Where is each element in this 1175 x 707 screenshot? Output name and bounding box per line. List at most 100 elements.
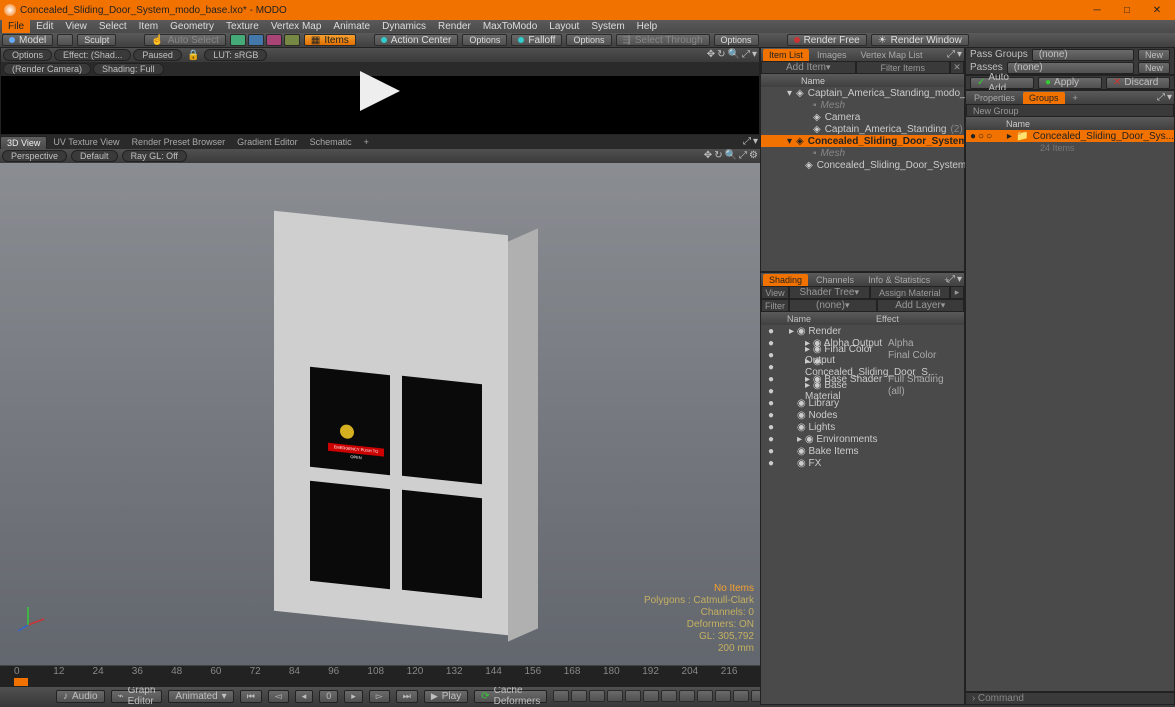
new-passgroup-button[interactable]: New <box>1138 49 1170 61</box>
shadertree-dropdown[interactable]: Shader Tree ▾ <box>789 286 870 299</box>
prev-key-button[interactable]: ◅ <box>268 690 289 703</box>
mode-icon[interactable] <box>57 34 73 46</box>
select-icon-3[interactable] <box>266 34 282 46</box>
tab-add[interactable]: + <box>358 136 375 149</box>
passgroups-dropdown[interactable]: (none) <box>1032 49 1134 61</box>
tab-images[interactable]: Images <box>811 49 853 61</box>
options-view-icon[interactable]: ▾ <box>753 136 758 147</box>
key-icon-6[interactable] <box>643 690 659 702</box>
tab-gradient[interactable]: Gradient Editor <box>231 136 304 149</box>
key-icon-8[interactable] <box>679 690 695 702</box>
viewport-3d[interactable]: EMERGENCY PUSH TO OPEN No Items Polygons… <box>0 163 760 665</box>
tab-add[interactable]: + <box>1067 92 1084 104</box>
next-key-button[interactable]: ▻ <box>369 690 390 703</box>
next-frame-button[interactable]: ▸ <box>344 690 363 703</box>
item-tree-row[interactable]: ▾◈Concealed_Sliding_Door_System_... <box>761 135 964 147</box>
gear-icon[interactable]: ⚙ <box>749 150 758 161</box>
tab-uvtexture[interactable]: UV Texture View <box>47 136 125 149</box>
shading-tree-row[interactable]: ●▸ ◉ Environments <box>761 433 964 445</box>
playhead[interactable] <box>14 678 28 686</box>
graph-button[interactable]: ⌁Graph Editor <box>111 690 163 703</box>
preview-shading[interactable]: Shading: Full <box>93 63 164 75</box>
groups-name-header[interactable]: Name <box>966 117 1174 130</box>
preview-effect[interactable]: Effect: (Shad... <box>54 49 131 61</box>
shading-tree-row[interactable]: ●◉ Library <box>761 397 964 409</box>
tab-itemlist[interactable]: Item List <box>763 49 809 61</box>
shading-tree-row[interactable]: ●▸ ◉ Base Material(all) <box>761 385 964 397</box>
itemlist-name-header[interactable]: Name <box>761 74 964 87</box>
persp-dropdown[interactable]: Perspective <box>2 150 67 162</box>
tab-schematic[interactable]: Schematic <box>304 136 358 149</box>
timeline[interactable]: 0122436486072849610812013214415616818019… <box>0 665 760 687</box>
key-icon-9[interactable] <box>697 690 713 702</box>
key-icon-5[interactable] <box>625 690 641 702</box>
assign-input[interactable]: Assign Material <box>870 286 951 299</box>
tab-infostats[interactable]: Info & Statistics <box>862 274 936 286</box>
move-view-icon[interactable]: ✥ <box>704 150 712 161</box>
tab-renderpreset[interactable]: Render Preset Browser <box>126 136 232 149</box>
preview-options[interactable]: Options <box>3 49 52 61</box>
menu-help[interactable]: Help <box>631 20 664 33</box>
renderwindow-button[interactable]: ☀Render Window <box>871 34 969 46</box>
menu-edit[interactable]: Edit <box>30 20 59 33</box>
selectthrough-button[interactable]: ⇶Select Through <box>616 34 710 46</box>
expand-icon[interactable]: ⤢ <box>947 49 955 60</box>
tab-3dview[interactable]: 3D View <box>0 136 47 149</box>
play-icon[interactable] <box>355 71 405 111</box>
menu-texture[interactable]: Texture <box>220 20 265 33</box>
preview-paused[interactable]: Paused <box>133 49 182 61</box>
close-button[interactable]: ✕ <box>1151 4 1163 16</box>
new-pass-button[interactable]: New <box>1138 62 1170 74</box>
menu-select[interactable]: Select <box>93 20 133 33</box>
current-frame[interactable]: 0 <box>319 690 338 703</box>
maximize-button[interactable]: □ <box>1121 4 1133 16</box>
lock-icon[interactable]: 🔒 <box>184 50 202 61</box>
tab-vertexmap[interactable]: Vertex Map List <box>855 49 929 61</box>
falloff-button[interactable]: Falloff <box>511 34 562 46</box>
menu-dynamics[interactable]: Dynamics <box>376 20 432 33</box>
item-tree-row[interactable]: ◦Mesh <box>761 147 964 159</box>
maximize-view-icon[interactable]: ⤢ <box>743 136 751 147</box>
preview-lut[interactable]: LUT: sRGB <box>204 49 267 61</box>
options2-button[interactable]: Options <box>566 34 611 46</box>
apply-button[interactable]: ●Apply <box>1038 77 1102 89</box>
shading-tree-row[interactable]: ●◉ FX <box>761 457 964 469</box>
menu-icon[interactable]: ▾ <box>1167 92 1172 103</box>
item-tree-row[interactable]: ◈Captain_America_Standing (2) <box>761 123 964 135</box>
discard-button[interactable]: ✕Discard <box>1106 77 1170 89</box>
shading-tree-row[interactable]: ●◉ Nodes <box>761 409 964 421</box>
key-icon-3[interactable] <box>589 690 605 702</box>
menu-item[interactable]: Item <box>133 20 164 33</box>
additem-input[interactable]: Add Item ▾ <box>761 61 856 74</box>
tab-groups[interactable]: Groups <box>1023 92 1065 104</box>
actioncenter-button[interactable]: Action Center <box>374 34 459 46</box>
search-icon[interactable]: 🔍 <box>728 49 740 60</box>
select-icon-1[interactable] <box>230 34 246 46</box>
tab-properties[interactable]: Properties <box>968 92 1021 104</box>
select-icon-4[interactable] <box>284 34 300 46</box>
animated-dropdown[interactable]: Animated▾ <box>168 690 233 703</box>
shading-tree-row[interactable]: ●▸ ◉ Render <box>761 325 964 337</box>
command-input[interactable]: › Command <box>965 692 1175 705</box>
autoadd-button[interactable]: ✓Auto Add <box>970 77 1034 89</box>
menu-vertexmap[interactable]: Vertex Map <box>265 20 328 33</box>
key-icon-10[interactable] <box>715 690 731 702</box>
zoom-view-icon[interactable]: 🔍 <box>725 150 737 161</box>
model-button[interactable]: Model <box>2 34 53 46</box>
axis-gizmo[interactable] <box>18 603 48 633</box>
menu-view[interactable]: View <box>59 20 93 33</box>
refresh-view-icon[interactable]: ↻ <box>714 150 722 161</box>
audio-button[interactable]: ♪Audio <box>56 690 105 703</box>
tab-channels[interactable]: Channels <box>810 274 860 286</box>
item-tree-row[interactable]: ◈Concealed_Sliding_Door_System (2) <box>761 159 964 171</box>
shading-tree-row[interactable]: ●◉ Bake Items <box>761 445 964 457</box>
menu-file[interactable]: File <box>2 20 30 33</box>
menu-geometry[interactable]: Geometry <box>164 20 220 33</box>
assign-go[interactable]: ▸ <box>950 286 964 299</box>
filter-dropdown[interactable]: (none) ▾ <box>789 299 877 312</box>
tab-shading[interactable]: Shading <box>763 274 808 286</box>
key-icon-1[interactable] <box>553 690 569 702</box>
expand-icon[interactable]: ⤢ <box>742 49 750 60</box>
autoselect-button[interactable]: ☝Auto Select <box>144 34 226 46</box>
menu-icon[interactable]: ▾ <box>957 49 962 60</box>
